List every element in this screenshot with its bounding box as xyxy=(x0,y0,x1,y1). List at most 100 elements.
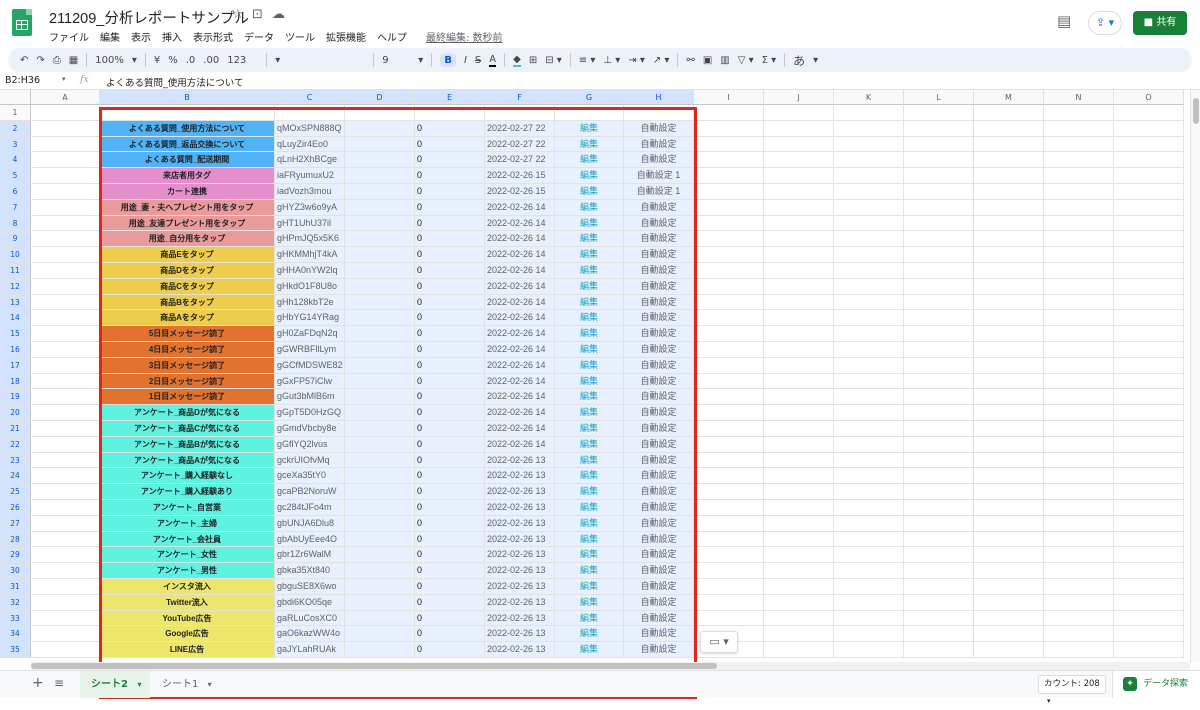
cell-empty[interactable] xyxy=(904,579,974,595)
cell-count[interactable]: 0 xyxy=(415,626,485,643)
cell-empty[interactable] xyxy=(1044,105,1114,121)
cell-empty[interactable] xyxy=(694,594,764,611)
cell-empty[interactable] xyxy=(31,436,100,453)
cell-empty[interactable] xyxy=(345,199,415,216)
cell-empty[interactable] xyxy=(1044,515,1114,532)
cell-empty[interactable] xyxy=(694,421,764,437)
column-header-n[interactable]: N xyxy=(1044,90,1114,105)
cell-auto-setting[interactable]: 自動設定 xyxy=(624,405,694,421)
cell-tag-id[interactable]: qLuyZir4Eo0 xyxy=(275,136,345,153)
cell-empty[interactable] xyxy=(31,168,100,184)
cell-empty[interactable] xyxy=(764,484,834,500)
cell-empty[interactable] xyxy=(1044,500,1114,516)
row-header[interactable]: 5 xyxy=(0,168,31,184)
cell-auto-setting[interactable]: 自動設定 xyxy=(624,642,694,658)
cell-edit-link[interactable]: 編集 xyxy=(555,357,624,374)
cell-empty[interactable] xyxy=(345,642,415,658)
cell-tag-name[interactable]: アンケート_自営業 xyxy=(100,500,275,516)
cell-auto-setting[interactable]: 自動設定 xyxy=(624,357,694,374)
cell-empty[interactable] xyxy=(834,168,904,184)
cell-edit-link[interactable]: 編集 xyxy=(555,247,624,263)
cell-empty[interactable] xyxy=(694,120,764,137)
cell-empty[interactable] xyxy=(1114,215,1184,232)
cell-empty[interactable] xyxy=(1114,247,1184,263)
cell-empty[interactable] xyxy=(974,594,1044,611)
cell-empty[interactable] xyxy=(694,231,764,248)
input-tools-button[interactable]: あ xyxy=(793,52,805,69)
row-header[interactable]: 6 xyxy=(0,184,31,200)
cell-empty[interactable] xyxy=(345,468,415,485)
cell-date[interactable]: 2022-02-26 13 xyxy=(485,484,555,500)
cell-empty[interactable] xyxy=(974,247,1044,263)
cell-empty[interactable] xyxy=(1044,215,1114,232)
cell-empty[interactable] xyxy=(345,215,415,232)
row-header[interactable]: 7 xyxy=(0,199,31,216)
cell-empty[interactable] xyxy=(904,500,974,516)
cell-empty[interactable] xyxy=(904,357,974,374)
cell-edit-link[interactable]: 編集 xyxy=(555,500,624,516)
cell-empty[interactable] xyxy=(694,610,764,627)
cell-tag-id[interactable]: gGWRBFllLym xyxy=(275,342,345,358)
cell-empty[interactable] xyxy=(31,105,100,121)
cell-empty[interactable] xyxy=(1044,610,1114,627)
cell-auto-setting[interactable]: 自動設定 xyxy=(624,152,694,169)
cell-tag-name[interactable]: カート連携 xyxy=(100,184,275,200)
cell-empty[interactable] xyxy=(31,468,100,485)
cell-empty[interactable] xyxy=(31,247,100,263)
cell-date[interactable]: 2022-02-26 14 xyxy=(485,231,555,248)
cell-empty[interactable] xyxy=(345,452,415,469)
cell-empty[interactable] xyxy=(974,326,1044,342)
cell-date[interactable]: 2022-02-26 14 xyxy=(485,310,555,327)
cell-empty[interactable] xyxy=(974,531,1044,548)
cell-empty[interactable] xyxy=(834,199,904,216)
cell-tag-name[interactable]: 用途_友達プレゼント用をタップ xyxy=(100,215,275,232)
cell-empty[interactable] xyxy=(834,405,904,421)
row-header[interactable]: 20 xyxy=(0,405,31,421)
cell-empty[interactable] xyxy=(1044,373,1114,390)
cell-empty[interactable] xyxy=(904,515,974,532)
cell-tag-id[interactable]: gGflYQ2lvus xyxy=(275,436,345,453)
cell-tag-name[interactable]: 来店者用タグ xyxy=(100,168,275,184)
cell-empty[interactable] xyxy=(974,405,1044,421)
increase-decimal-button[interactable]: .00 xyxy=(203,55,219,66)
cell-empty[interactable] xyxy=(974,452,1044,469)
cell-empty[interactable] xyxy=(834,579,904,595)
cell-empty[interactable] xyxy=(345,105,415,121)
column-header-b[interactable]: B xyxy=(100,90,275,105)
cell-empty[interactable] xyxy=(694,263,764,279)
cell-empty[interactable] xyxy=(904,452,974,469)
cell-empty[interactable] xyxy=(904,563,974,579)
name-box[interactable]: B2:H36 xyxy=(5,75,40,86)
cell-empty[interactable] xyxy=(345,263,415,279)
cell-tag-name[interactable]: 2日目メッセージ読了 xyxy=(100,373,275,390)
cell-empty[interactable] xyxy=(1044,247,1114,263)
cell-empty[interactable] xyxy=(1114,452,1184,469)
cell-empty[interactable] xyxy=(345,405,415,421)
row-header[interactable]: 35 xyxy=(0,642,31,658)
cell-empty[interactable] xyxy=(1044,436,1114,453)
cell-empty[interactable] xyxy=(1114,342,1184,358)
cell-empty[interactable] xyxy=(1044,531,1114,548)
cell-empty[interactable] xyxy=(834,120,904,137)
cell-empty[interactable] xyxy=(31,294,100,311)
cell-empty[interactable] xyxy=(1114,184,1184,200)
cell-empty[interactable] xyxy=(694,515,764,532)
cell-auto-setting[interactable]: 自動設定 xyxy=(624,215,694,232)
cell-auto-setting[interactable]: 自動設定 xyxy=(624,294,694,311)
cell-empty[interactable] xyxy=(834,610,904,627)
cell-empty[interactable] xyxy=(764,215,834,232)
cell-empty[interactable] xyxy=(764,421,834,437)
cell-date[interactable]: 2022-02-26 14 xyxy=(485,294,555,311)
cell-edit-link[interactable]: 編集 xyxy=(555,120,624,137)
cell-tag-id[interactable]: gc284tJFo4m xyxy=(275,500,345,516)
cell-auto-setting[interactable]: 自動設定 xyxy=(624,278,694,295)
menu-help[interactable]: ヘルプ xyxy=(377,29,407,44)
bold-button[interactable]: B xyxy=(440,53,456,67)
cell-empty[interactable] xyxy=(974,610,1044,627)
cell-empty[interactable] xyxy=(974,436,1044,453)
cell-auto-setting[interactable]: 自動設定 xyxy=(624,247,694,263)
cell-edit-link[interactable]: 編集 xyxy=(555,610,624,627)
cell-empty[interactable] xyxy=(1044,389,1114,406)
cell-empty[interactable] xyxy=(764,278,834,295)
cell-empty[interactable] xyxy=(694,310,764,327)
